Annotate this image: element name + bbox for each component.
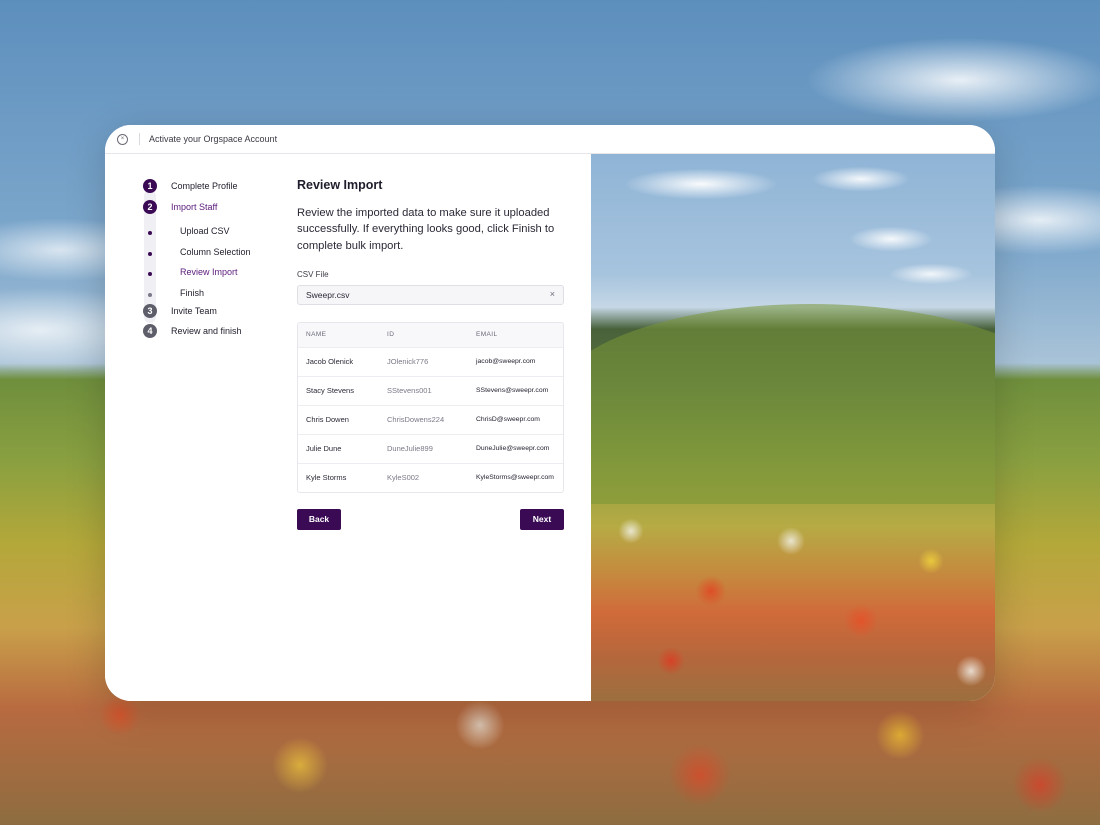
close-icon[interactable]: ×: [117, 133, 128, 145]
substep-finish[interactable]: Finish: [180, 288, 204, 298]
step-number-badge: 3: [143, 304, 157, 318]
cell-name: Jacob Olenick: [306, 357, 354, 367]
cell-id: JOlenick776: [387, 357, 429, 367]
cell-id: ChrisDowens224: [387, 415, 445, 425]
step-import-staff[interactable]: 2 Import Staff: [143, 199, 217, 215]
action-bar: Back Next: [297, 508, 564, 530]
description: Review the imported data to make sure it…: [297, 207, 555, 252]
left-pane: 1 Complete Profile 2 Import Staff Upload…: [105, 154, 591, 701]
step-number-badge: 2: [143, 200, 157, 214]
cell-email: ChrisD@sweepr.com: [476, 416, 540, 424]
csv-file-label: CSV File: [297, 269, 329, 279]
back-button[interactable]: Back: [297, 508, 341, 530]
table-row[interactable]: Stacy Stevens SStevens001 SStevens@sweep…: [298, 377, 563, 406]
step-invite-team[interactable]: 3 Invite Team: [143, 303, 217, 319]
title-bar: × Activate your Orgspace Account: [105, 125, 995, 154]
cell-name: Chris Dowen: [306, 415, 349, 425]
next-button[interactable]: Next: [520, 508, 564, 530]
step-label: Review and finish: [171, 326, 242, 336]
substep-review-import[interactable]: Review Import: [180, 267, 238, 277]
hero-image: [591, 154, 995, 701]
substep-column-selection[interactable]: Column Selection: [180, 247, 251, 257]
table-row[interactable]: Jacob Olenick JOlenick776 jacob@sweepr.c…: [298, 348, 563, 377]
step-number-badge: 4: [143, 324, 157, 338]
table-row[interactable]: Chris Dowen ChrisDowens224 ChrisD@sweepr…: [298, 406, 563, 435]
onboarding-window: × Activate your Orgspace Account 1 Compl…: [105, 125, 995, 701]
step-label: Import Staff: [171, 202, 218, 212]
cell-email: DuneJulie@sweepr.com: [476, 445, 550, 453]
table-row[interactable]: Kyle Storms KyleS002 KyleStorms@sweepr.c…: [298, 464, 563, 492]
substep-dot: [148, 293, 152, 297]
table-row[interactable]: Julie Dune DuneJulie899 DuneJulie@sweepr…: [298, 435, 563, 464]
cell-id: KyleS002: [387, 473, 420, 483]
csv-file-field[interactable]: Sweepr.csv ×: [297, 284, 564, 305]
column-header-name[interactable]: NAME: [298, 331, 387, 338]
step-review-and-finish[interactable]: 4 Review and finish: [143, 323, 242, 339]
file-name: Sweepr.csv: [306, 289, 350, 300]
cell-email: KyleStorms@sweepr.com: [476, 474, 554, 482]
flower-field: [591, 471, 995, 701]
title-divider: [139, 133, 140, 145]
cell-id: DuneJulie899: [387, 444, 433, 454]
cell-name: Stacy Stevens: [306, 386, 354, 396]
cell-id: SStevens001: [387, 386, 432, 396]
column-header-email[interactable]: EMAIL: [476, 331, 560, 338]
cell-name: Kyle Storms: [306, 473, 347, 483]
step-label: Invite Team: [171, 306, 217, 316]
substep-upload-csv[interactable]: Upload CSV: [180, 226, 230, 236]
step-label: Complete Profile: [171, 181, 238, 191]
cell-email: SStevens@sweepr.com: [476, 387, 549, 395]
substep-dot: [148, 252, 152, 256]
substep-dot: [148, 231, 152, 235]
review-import-panel: Review Import Review the imported data t…: [297, 178, 564, 530]
table-header: NAME ID EMAIL: [298, 322, 563, 348]
import-table: NAME ID EMAIL Jacob Olenick JOlenick776 …: [297, 321, 564, 493]
step-number-badge: 1: [143, 179, 157, 193]
step-complete-profile[interactable]: 1 Complete Profile: [143, 178, 238, 194]
window-title: Activate your Orgspace Account: [149, 134, 278, 144]
clear-icon[interactable]: ×: [550, 290, 555, 299]
cell-name: Julie Dune: [306, 444, 342, 454]
cell-email: jacob@sweepr.com: [476, 358, 536, 366]
substep-dot: [148, 272, 152, 276]
page-title: Review Import: [297, 178, 383, 192]
column-header-id[interactable]: ID: [387, 331, 476, 338]
